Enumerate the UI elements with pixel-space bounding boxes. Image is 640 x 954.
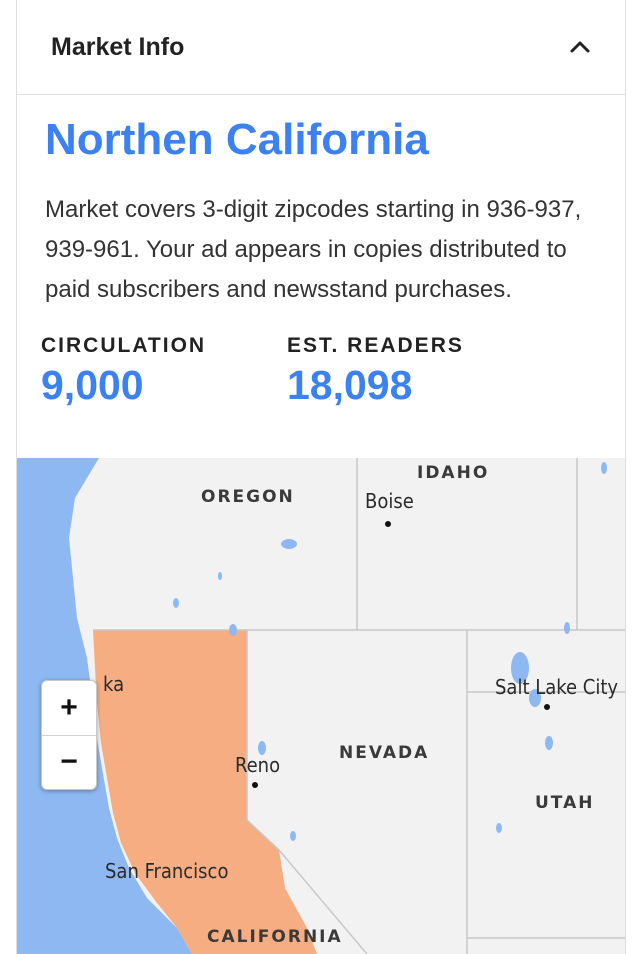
- market-info-panel: Market Info Northen California Market co…: [16, 0, 626, 954]
- idaho-label: IDAHO: [417, 463, 489, 483]
- panel-title: Market Info: [51, 33, 185, 61]
- chevron-up-icon[interactable]: [569, 36, 591, 58]
- san-francisco-label: San Francisco: [105, 859, 228, 883]
- circulation-value: 9,000: [41, 362, 144, 408]
- market-description: Market covers 3-digit zipcodes starting …: [45, 196, 582, 303]
- circulation-stat: CIRCULATION 9,000: [41, 334, 206, 409]
- reno-label: Reno: [235, 753, 280, 777]
- map-canvas[interactable]: IDAHO OREGON NEVADA UTAH CALIFORNIA Bois…: [17, 458, 625, 954]
- nevada-label: NEVADA: [339, 743, 429, 763]
- boise-label: Boise: [365, 489, 414, 513]
- zoom-in-button[interactable]: +: [42, 681, 96, 736]
- eureka-label: ka: [103, 672, 124, 696]
- reno-dot: [252, 782, 258, 788]
- market-map[interactable]: IDAHO OREGON NEVADA UTAH CALIFORNIA Bois…: [17, 458, 625, 954]
- map-zoom-control: + −: [41, 680, 97, 790]
- market-name: Northen California: [45, 115, 429, 164]
- zoom-out-button[interactable]: −: [42, 735, 96, 789]
- california-label: CALIFORNIA: [207, 927, 343, 947]
- oregon-label: OREGON: [201, 487, 295, 507]
- boise-dot: [385, 521, 391, 527]
- utah-label: UTAH: [535, 793, 594, 813]
- market-info-header[interactable]: Market Info: [17, 0, 625, 95]
- readers-label: EST. READERS: [287, 334, 464, 357]
- circulation-label: CIRCULATION: [41, 334, 207, 357]
- readers-stat: EST. READERS 18,098: [287, 334, 464, 409]
- salt-lake-city-label: Salt Lake City: [495, 675, 618, 699]
- salt-lake-city-dot: [544, 704, 550, 710]
- readers-value: 18,098: [287, 362, 413, 408]
